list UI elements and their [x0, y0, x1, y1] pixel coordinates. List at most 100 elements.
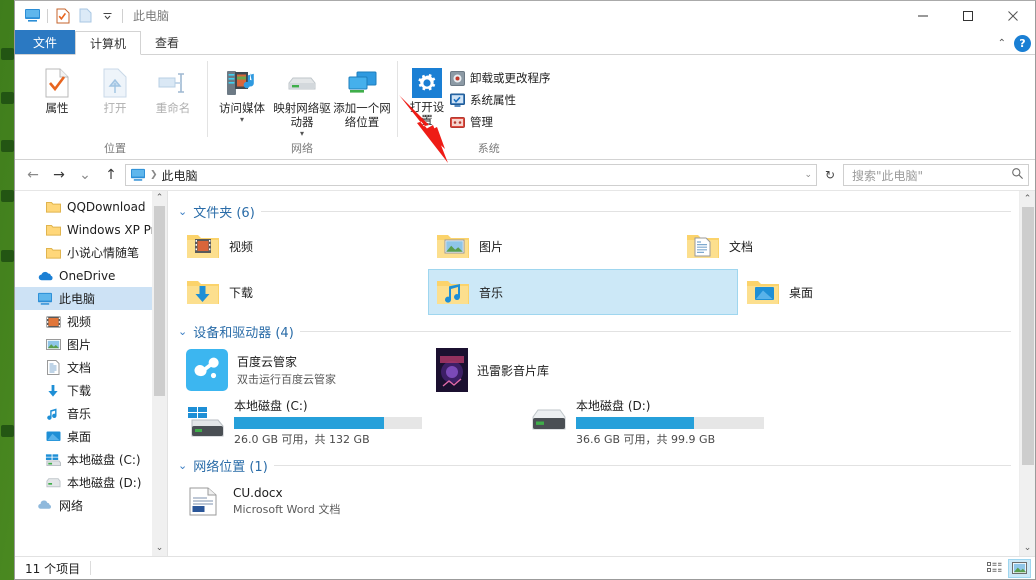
list-item[interactable]: 本地磁盘 (D:) 36.6 GB 可用，共 99.9 GB: [522, 397, 822, 447]
desktop-icon[interactable]: [1, 425, 14, 437]
scroll-up-icon[interactable]: ⌃: [1020, 191, 1035, 207]
sidebar-item-label: 下载: [67, 384, 92, 398]
content-scrollbar[interactable]: ⌃ ⌄: [1019, 191, 1035, 556]
collapse-ribbon-icon[interactable]: ⌃: [998, 38, 1006, 49]
sidebar-item-music[interactable]: 音乐: [15, 402, 167, 425]
list-item[interactable]: 迅雷影音片库: [428, 343, 738, 397]
refresh-button[interactable]: ↻: [819, 164, 841, 186]
folder-videos-icon: [185, 228, 221, 264]
chevron-down-icon[interactable]: ⌄: [178, 325, 187, 338]
access-media-button[interactable]: 访问媒体 ▾: [213, 61, 271, 124]
up-button[interactable]: ↑: [99, 164, 123, 186]
desktop-icon[interactable]: [1, 250, 14, 262]
sidebar-item-downloads[interactable]: 下载: [15, 379, 167, 402]
sidebar-item-label: QQDownload: [67, 199, 146, 214]
uninstall-change-program-button[interactable]: 卸载或更改程序: [449, 69, 551, 87]
search-icon[interactable]: [1011, 167, 1024, 183]
sidebar-item-label: 此电脑: [59, 292, 96, 306]
list-item[interactable]: 图片: [428, 223, 678, 269]
drive-icon: [45, 475, 61, 491]
sidebar-item-qqdownload[interactable]: QQDownload: [15, 195, 167, 218]
tab-view[interactable]: 查看: [141, 30, 193, 54]
chevron-down-icon[interactable]: ▾: [240, 115, 244, 124]
properties-icon[interactable]: [52, 6, 74, 26]
group-divider: [273, 464, 1011, 466]
sidebar-item-label: 文档: [67, 361, 92, 375]
sidebar-item-desktop[interactable]: 桌面: [15, 425, 167, 448]
scroll-down-icon[interactable]: ⌄: [156, 541, 164, 556]
chevron-down-icon[interactable]: ⌄: [178, 459, 187, 472]
this-pc-icon[interactable]: [21, 6, 43, 26]
status-divider: [90, 561, 92, 575]
file-list-pane[interactable]: ⌄ 文件夹 (6) 视频 图片 文档 下载 音乐 桌面 ⌄ 设备和驱动器 (4)…: [168, 191, 1035, 556]
open-button[interactable]: 打开: [87, 61, 143, 115]
list-item[interactable]: 本地磁盘 (C:) 26.0 GB 可用，共 132 GB: [180, 397, 480, 447]
sidebar-item-this-pc[interactable]: 此电脑: [15, 287, 167, 310]
sidebar-item-windows-xp-pr[interactable]: Windows XP Pr: [15, 218, 167, 241]
maximize-button[interactable]: [945, 1, 990, 30]
chevron-down-icon[interactable]: ⌄: [178, 205, 187, 218]
forward-button[interactable]: →: [47, 164, 71, 186]
breadcrumb-separator: ❯: [150, 170, 158, 180]
sidebar-item-pictures[interactable]: 图片: [15, 333, 167, 356]
sidebar-item-videos[interactable]: 视频: [15, 310, 167, 333]
tab-file[interactable]: 文件: [15, 30, 76, 54]
folder-music-icon: [435, 274, 471, 310]
list-item[interactable]: 文档: [678, 223, 928, 269]
open-settings-button[interactable]: 打开设置: [407, 61, 447, 127]
new-folder-icon[interactable]: [74, 6, 96, 26]
scroll-down-icon[interactable]: ⌄: [1020, 540, 1035, 556]
breadcrumb[interactable]: ❯ 此电脑 ⌄: [125, 164, 817, 186]
list-item[interactable]: 视频: [178, 223, 428, 269]
address-dropdown-icon[interactable]: ⌄: [804, 170, 812, 180]
folder-documents-icon: [685, 228, 721, 264]
list-item[interactable]: 百度云管家 双击运行百度云管家: [178, 343, 428, 397]
sidebar-item-onedrive[interactable]: OneDrive: [15, 264, 167, 287]
word-document-icon: [185, 483, 225, 519]
sidebar-item-local-disk-d[interactable]: 本地磁盘 (D:): [15, 471, 167, 494]
group-header-devices[interactable]: ⌄ 设备和驱动器 (4): [178, 319, 1035, 343]
recent-locations-button[interactable]: ⌄: [73, 164, 97, 186]
baidu-cloud-icon: [185, 348, 229, 392]
scrollbar-thumb[interactable]: [154, 206, 165, 396]
system-properties-button[interactable]: 系统属性: [449, 91, 551, 109]
properties-button[interactable]: 属性: [29, 61, 85, 115]
desktop-icon[interactable]: [1, 92, 14, 104]
add-network-location-button[interactable]: 添加一个网络位置: [333, 61, 391, 129]
list-item[interactable]: CU.docx Microsoft Word 文档: [178, 477, 428, 525]
list-item[interactable]: 下载: [178, 269, 428, 315]
desktop-icon[interactable]: [1, 190, 14, 202]
large-icons-view-button[interactable]: [1008, 558, 1031, 578]
close-button[interactable]: [990, 1, 1035, 30]
network-icon: [37, 498, 53, 514]
window-title: 此电脑: [133, 9, 170, 23]
chevron-down-icon[interactable]: ▾: [300, 129, 304, 138]
search-input[interactable]: 搜索"此电脑": [843, 164, 1029, 186]
minimize-button[interactable]: [900, 1, 945, 30]
sidebar-item-novel-notes[interactable]: 小说心情随笔: [15, 241, 167, 264]
breadcrumb-this-pc[interactable]: 此电脑: [162, 167, 198, 184]
list-item[interactable]: 音乐: [428, 269, 738, 315]
details-view-button[interactable]: [983, 559, 1006, 578]
desktop-icon[interactable]: [1, 140, 14, 152]
chevron-down-icon[interactable]: [96, 6, 118, 26]
sidebar-item-documents[interactable]: 文档: [15, 356, 167, 379]
documents-icon: [45, 360, 61, 376]
back-button[interactable]: ←: [21, 164, 45, 186]
group-header-network-locations[interactable]: ⌄ 网络位置 (1): [178, 453, 1035, 477]
navigation-scrollbar[interactable]: ⌃ ⌄: [152, 191, 167, 556]
scroll-up-icon[interactable]: ⌃: [156, 191, 164, 206]
music-icon: [45, 406, 61, 422]
manage-button[interactable]: 管理: [449, 113, 551, 131]
tab-computer[interactable]: 计算机: [75, 31, 142, 55]
list-item[interactable]: 桌面: [738, 269, 988, 315]
desktop-icon[interactable]: [1, 48, 14, 60]
map-network-drive-button[interactable]: 映射网络驱动器 ▾: [273, 61, 331, 138]
sidebar-item-network[interactable]: 网络: [15, 494, 167, 517]
group-header-folders[interactable]: ⌄ 文件夹 (6): [178, 199, 1035, 223]
help-button[interactable]: ?: [1014, 35, 1031, 52]
sidebar-item-local-disk-c[interactable]: 本地磁盘 (C:): [15, 448, 167, 471]
scrollbar-thumb[interactable]: [1022, 207, 1034, 465]
drive-icon: [528, 405, 568, 439]
rename-button[interactable]: 重命名: [145, 61, 201, 115]
